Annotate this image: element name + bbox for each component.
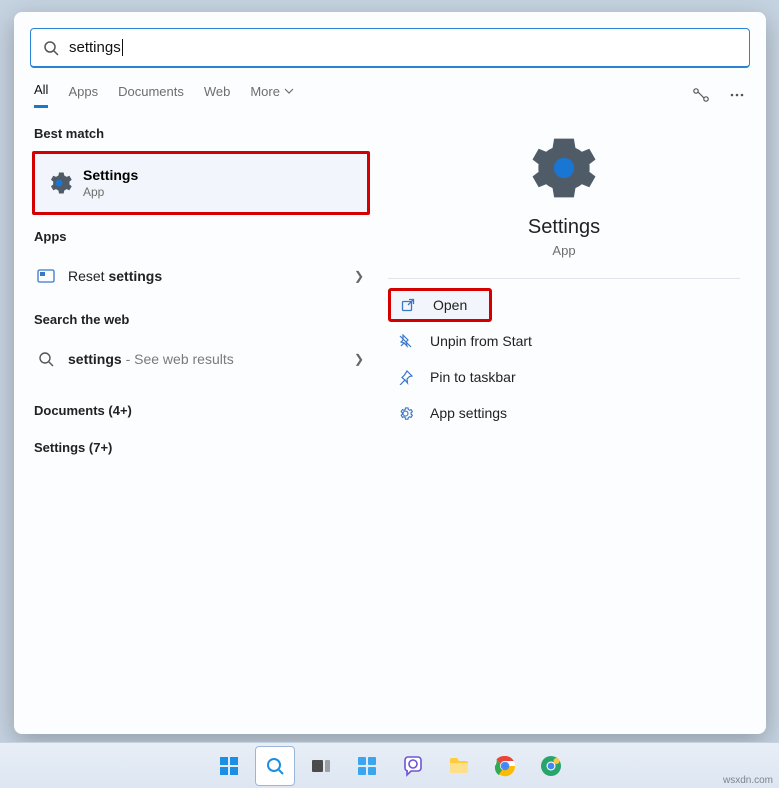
result-web-settings[interactable]: settings - See web results ❯ <box>32 337 370 381</box>
folder-icon <box>447 754 471 778</box>
taskview-icon <box>310 755 332 777</box>
preview-subtitle: App <box>552 243 575 258</box>
documents-header: Documents (4+) <box>34 403 370 418</box>
chrome-icon <box>494 755 516 777</box>
result-reset-settings[interactable]: Reset settings ❯ <box>32 254 370 298</box>
action-unpin-start[interactable]: Unpin from Start <box>388 323 740 359</box>
taskbar-chrome-canary[interactable] <box>531 746 571 786</box>
search-icon <box>265 756 285 776</box>
chrome-canary-icon <box>540 755 562 777</box>
watermark: wsxdn.com <box>723 775 773 786</box>
taskbar-start[interactable] <box>209 746 249 786</box>
open-external-icon <box>401 298 415 312</box>
best-match-settings[interactable]: Settings App <box>32 151 370 215</box>
tab-documents[interactable]: Documents <box>118 82 184 108</box>
taskbar-chrome[interactable] <box>485 746 525 786</box>
search-input[interactable]: settings <box>30 28 750 68</box>
action-label: App settings <box>430 405 507 421</box>
action-label: Open <box>433 297 467 313</box>
taskbar-search[interactable] <box>255 746 295 786</box>
search-window: settings All Apps Documents Web More Bes… <box>14 12 766 734</box>
preview-pane: Settings App Open Unpin from Start <box>380 126 748 734</box>
unpin-icon <box>398 334 413 349</box>
results-list: Best match Settings App Apps Reset setti… <box>32 126 370 734</box>
action-label: Unpin from Start <box>430 333 532 349</box>
gear-icon <box>45 169 73 197</box>
action-app-settings[interactable]: App settings <box>388 395 740 431</box>
best-match-header: Best match <box>34 126 370 141</box>
search-icon <box>43 40 59 56</box>
result-label: Reset settings <box>68 268 354 284</box>
best-match-subtitle: App <box>83 185 138 199</box>
settings-app-icon <box>37 267 55 285</box>
pin-icon <box>398 370 413 385</box>
tab-more[interactable]: More <box>250 82 294 108</box>
action-pin-taskbar[interactable]: Pin to taskbar <box>388 359 740 395</box>
taskbar <box>0 742 779 788</box>
divider <box>388 278 740 279</box>
widgets-icon <box>356 755 378 777</box>
tab-web[interactable]: Web <box>204 82 231 108</box>
chevron-down-icon <box>284 86 294 96</box>
taskbar-widgets[interactable] <box>347 746 387 786</box>
gear-icon <box>532 136 596 200</box>
windows-icon <box>218 755 240 777</box>
taskbar-explorer[interactable] <box>439 746 479 786</box>
action-label: Pin to taskbar <box>430 369 516 385</box>
action-open[interactable]: Open <box>388 288 492 322</box>
tab-apps[interactable]: Apps <box>68 82 98 108</box>
network-path-icon[interactable] <box>692 86 710 104</box>
taskbar-chat[interactable] <box>393 746 433 786</box>
settings-group-header: Settings (7+) <box>34 440 370 455</box>
chat-icon <box>402 755 424 777</box>
gear-icon <box>398 406 413 421</box>
web-header: Search the web <box>34 312 370 327</box>
search-icon <box>38 351 54 367</box>
chevron-right-icon: ❯ <box>354 269 364 283</box>
taskbar-taskview[interactable] <box>301 746 341 786</box>
filter-tabs: All Apps Documents Web More <box>34 82 746 108</box>
tab-all[interactable]: All <box>34 82 48 108</box>
more-options-icon[interactable] <box>728 86 746 104</box>
preview-title: Settings <box>528 216 600 239</box>
result-label: settings - See web results <box>68 351 354 367</box>
chevron-right-icon: ❯ <box>354 352 364 366</box>
apps-header: Apps <box>34 229 370 244</box>
best-match-title: Settings <box>83 167 138 183</box>
search-query-text: settings <box>69 39 123 56</box>
